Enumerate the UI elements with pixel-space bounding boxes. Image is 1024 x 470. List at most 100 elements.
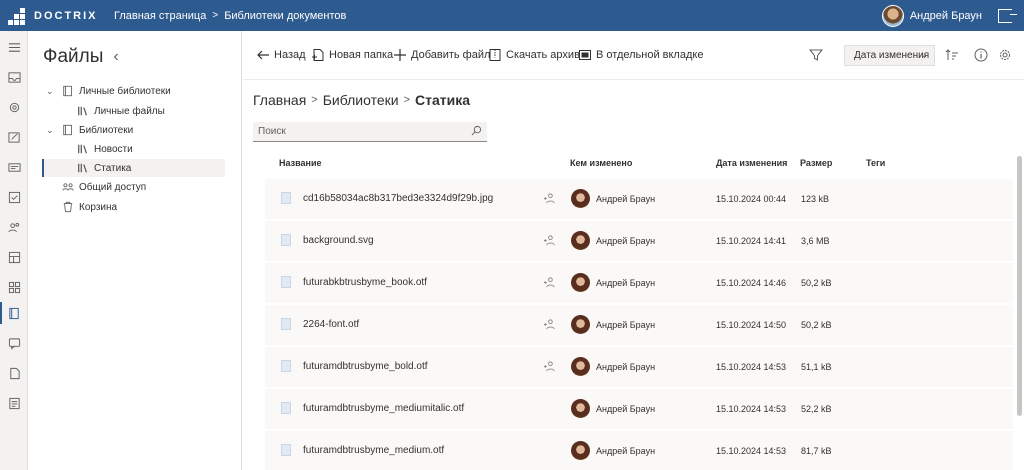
info-icon[interactable] bbox=[974, 48, 988, 62]
scrollbar[interactable] bbox=[1016, 153, 1022, 470]
card-icon[interactable] bbox=[6, 159, 22, 175]
tree-item-shared[interactable]: Общий доступ bbox=[62, 178, 146, 196]
crumb-home[interactable]: Главная bbox=[253, 92, 306, 108]
modified-by: Андрей Браун bbox=[596, 194, 656, 204]
modified-by: Андрей Браун bbox=[596, 320, 656, 330]
avatar bbox=[571, 399, 590, 418]
file-name[interactable]: futurabkbtrusbyme_book.otf bbox=[303, 277, 427, 288]
menu-icon[interactable] bbox=[6, 39, 22, 55]
chevron-down-icon[interactable]: ⌄ bbox=[46, 125, 56, 136]
table-row[interactable]: futuramdbtrusbyme_bold.otf Андрей Браун 15… bbox=[265, 347, 1013, 388]
add-file-button[interactable]: Добавить файл bbox=[393, 48, 490, 62]
report-icon[interactable] bbox=[6, 395, 22, 411]
back-label: Назад bbox=[274, 49, 306, 61]
top-crumb-home[interactable]: Главная страница bbox=[114, 10, 206, 22]
sort-dropdown-value: Дата изменения bbox=[854, 50, 930, 61]
file-name[interactable]: futuramdbtrusbyme_medium.otf bbox=[303, 445, 444, 456]
top-breadcrumb: Главная страница > Библиотеки документов bbox=[114, 10, 346, 22]
file-size: 50,2 kB bbox=[801, 278, 832, 288]
modified-date: 15.10.2024 14:53 bbox=[716, 362, 787, 372]
search-icon[interactable] bbox=[471, 125, 482, 136]
settings-icon[interactable] bbox=[6, 99, 22, 115]
shared-users-icon[interactable] bbox=[543, 360, 556, 373]
table-row[interactable]: 2264-font.otf Андрей Браун 15.10.2024 14:5… bbox=[265, 305, 1013, 346]
table-row[interactable]: futuramdbtrusbyme_medium.otf Андрей Браун… bbox=[265, 431, 1013, 470]
file-size: 52,2 kB bbox=[801, 404, 832, 414]
apps-icon[interactable] bbox=[6, 279, 22, 295]
tree-item-label: Статика bbox=[94, 162, 132, 174]
filter-icon[interactable] bbox=[809, 48, 823, 62]
shared-users-icon[interactable] bbox=[543, 318, 556, 331]
books-icon bbox=[78, 106, 88, 116]
column-modified-date[interactable]: Дата изменения bbox=[716, 158, 787, 168]
new-folder-icon bbox=[312, 49, 324, 61]
table-row[interactable]: futuramdbtrusbyme_mediumitalic.otf Андрей… bbox=[265, 389, 1013, 430]
search-input[interactable]: Поиск bbox=[253, 122, 487, 142]
add-file-label: Добавить файл bbox=[411, 49, 491, 61]
inbox-icon[interactable] bbox=[6, 69, 22, 85]
tree-item-trash[interactable]: Корзина bbox=[62, 198, 117, 216]
tree-item-news[interactable]: Новости bbox=[77, 140, 133, 158]
table-row[interactable]: background.svg Андрей Браун 15.10.2024 14:… bbox=[265, 221, 1013, 262]
modified-date: 15.10.2024 14:41 bbox=[716, 236, 787, 246]
crumb-libraries[interactable]: Библиотеки bbox=[323, 92, 399, 108]
avatar[interactable] bbox=[881, 4, 904, 27]
tree-item-personal-libraries[interactable]: ⌄ Личные библиотеки bbox=[46, 82, 171, 100]
tree-item-personal-files[interactable]: Личные файлы bbox=[77, 102, 165, 120]
column-tags[interactable]: Теги bbox=[866, 158, 885, 168]
new-folder-button[interactable]: Новая папка bbox=[311, 48, 393, 62]
search-placeholder: Поиск bbox=[258, 126, 286, 137]
file-icon bbox=[281, 444, 291, 456]
file-name[interactable]: futuramdbtrusbyme_mediumitalic.otf bbox=[303, 403, 464, 414]
document-icon[interactable] bbox=[6, 365, 22, 381]
chevron-down-icon[interactable]: ⌄ bbox=[46, 86, 56, 97]
file-icon bbox=[281, 318, 291, 330]
checkbox-icon[interactable] bbox=[6, 189, 22, 205]
shared-users-icon[interactable] bbox=[543, 276, 556, 289]
edit-icon[interactable] bbox=[6, 129, 22, 145]
tree-item-static[interactable]: Статика bbox=[77, 159, 131, 177]
user-menu[interactable]: Андрей Браун bbox=[881, 0, 1024, 31]
sort-order-icon[interactable] bbox=[945, 48, 959, 62]
arrow-left-icon bbox=[257, 50, 269, 60]
file-name[interactable]: futuramdbtrusbyme_bold.otf bbox=[303, 361, 428, 372]
tree-item-libraries[interactable]: ⌄ Библиотеки bbox=[46, 121, 133, 139]
shared-users-icon[interactable] bbox=[543, 234, 556, 247]
file-icon bbox=[281, 234, 291, 246]
file-name[interactable]: 2264-font.otf bbox=[303, 319, 359, 330]
avatar bbox=[571, 357, 590, 376]
app-logo[interactable]: DOCTRIX bbox=[8, 6, 108, 26]
file-icon bbox=[281, 402, 291, 414]
files-panel: Файлы ‹ ⌄ Личные библиотеки Личные файлы… bbox=[29, 31, 242, 470]
file-name[interactable]: cd16b58034ac8b317bed3e3324d9f29b.jpg bbox=[303, 193, 493, 204]
table-row[interactable]: cd16b58034ac8b317bed3e3324d9f29b.jpg Андр… bbox=[265, 179, 1013, 220]
column-size[interactable]: Размер bbox=[800, 158, 832, 168]
chat-icon[interactable] bbox=[6, 335, 22, 351]
column-name[interactable]: Название bbox=[279, 158, 321, 168]
people-icon[interactable] bbox=[6, 219, 22, 235]
table-row[interactable]: futurabkbtrusbyme_book.otf Андрей Браун 15… bbox=[265, 263, 1013, 304]
column-modified-by[interactable]: Кем изменено bbox=[570, 158, 632, 168]
archive-icon bbox=[489, 49, 501, 61]
user-name[interactable]: Андрей Браун bbox=[910, 10, 982, 22]
sort-dropdown[interactable]: Дата изменения ⌄ bbox=[844, 45, 935, 66]
tree-item-label: Личные файлы bbox=[94, 105, 165, 117]
breadcrumb: Главная > Библиотеки > Статика bbox=[253, 92, 470, 108]
collapse-chevron-icon[interactable]: ‹ bbox=[113, 48, 118, 66]
download-archive-button[interactable]: Скачать архив bbox=[488, 48, 580, 62]
table-header: Название Кем изменено Дата изменения Раз… bbox=[243, 153, 1013, 173]
logout-icon[interactable] bbox=[998, 8, 1017, 23]
back-button[interactable]: Назад bbox=[256, 48, 306, 62]
shared-users-icon[interactable] bbox=[543, 192, 556, 205]
library-icon[interactable] bbox=[6, 305, 22, 321]
scrollbar-thumb[interactable] bbox=[1017, 156, 1022, 416]
gear-icon[interactable] bbox=[998, 48, 1012, 62]
avatar bbox=[571, 273, 590, 292]
plus-icon bbox=[394, 49, 406, 61]
chevron-right-icon: > bbox=[403, 94, 411, 106]
open-new-tab-button[interactable]: В отдельной вкладке bbox=[578, 48, 703, 62]
panel-title: Файлы bbox=[43, 46, 104, 67]
dashboard-icon[interactable] bbox=[6, 249, 22, 265]
top-crumb-libraries[interactable]: Библиотеки документов bbox=[224, 10, 346, 22]
file-name[interactable]: background.svg bbox=[303, 235, 374, 246]
